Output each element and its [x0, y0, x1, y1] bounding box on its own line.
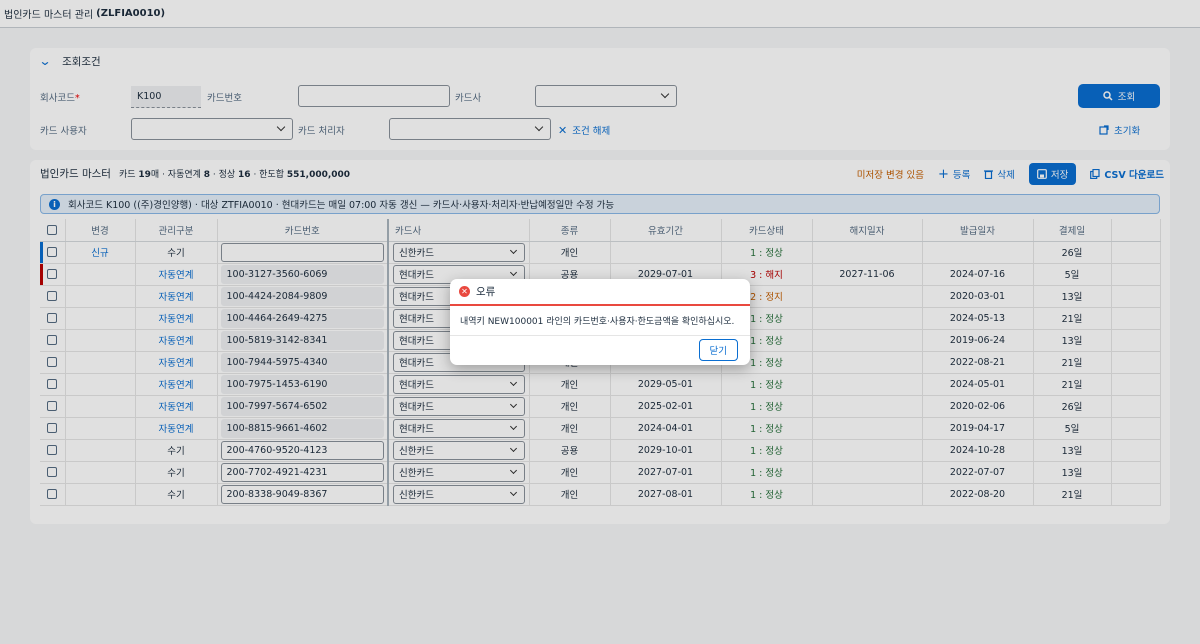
dialog-title: 오류	[476, 286, 496, 298]
error-dialog: ✕ 오류 내역키 NEW100001 라인의 카드번호·사용자·한도금액을 확인…	[450, 279, 750, 365]
error-icon: ✕	[459, 286, 470, 297]
dialog-message: 내역키 NEW100001 라인의 카드번호·사용자·한도금액을 확인하십시오.	[450, 306, 750, 336]
dialog-header: ✕ 오류	[450, 279, 750, 306]
close-button[interactable]: 닫기	[698, 339, 738, 361]
